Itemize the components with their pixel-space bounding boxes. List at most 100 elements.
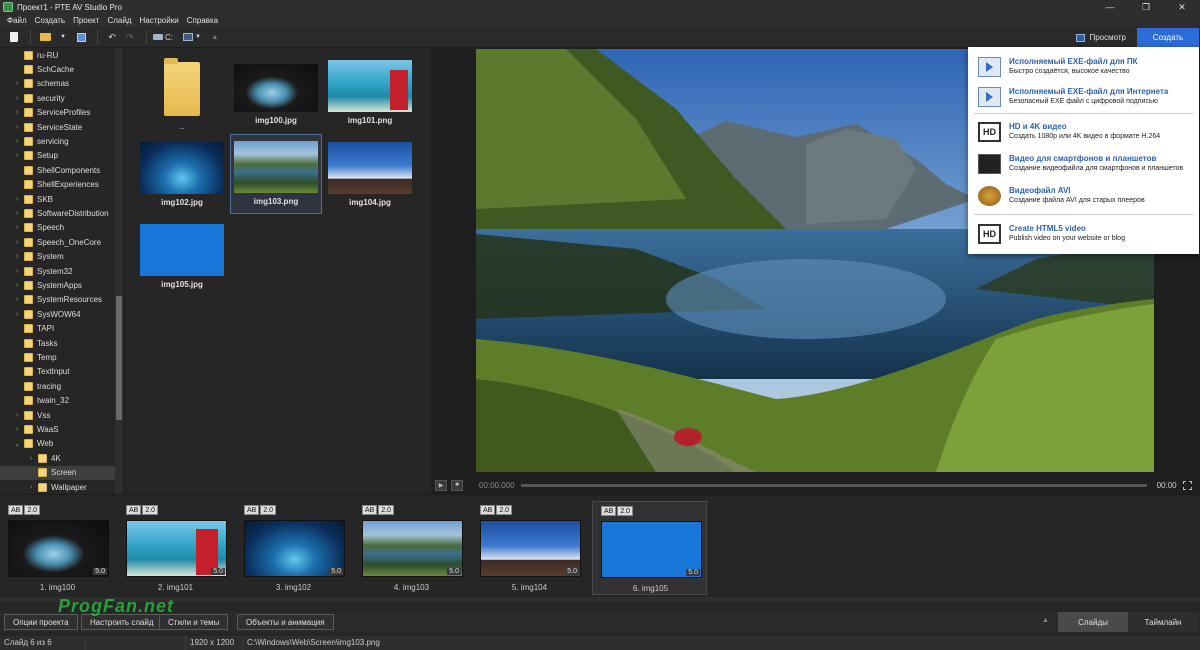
expand-arrow-icon[interactable]: › [26,455,36,462]
transition-time-badge[interactable]: 2.0 [378,505,395,515]
tree-item[interactable]: › Speech [0,221,115,235]
expanded-arrow-icon[interactable]: ⌄ [12,440,22,448]
expand-arrow-icon[interactable]: › [12,95,22,102]
slides-scrollbar[interactable] [0,597,1200,602]
transition-badge[interactable]: AB [480,505,496,515]
tree-item[interactable]: › security [0,91,115,105]
tree-item[interactable]: › SystemApps [0,278,115,292]
tree-item[interactable]: › 4K [0,451,115,465]
slide-6[interactable]: AB 2.0 5.0 6. img105 [592,501,707,595]
create-button[interactable]: Создать [1137,28,1199,47]
expand-arrow-icon[interactable]: › [12,224,22,231]
expand-arrow-icon[interactable]: › [12,196,22,203]
tree-item[interactable]: TAPI [0,322,115,336]
tree-item[interactable]: › Wallpaper [0,480,115,494]
create-mobile-video-item[interactable]: Видео для смартфонов и планшетов Создание… [968,150,1199,182]
maximize-button[interactable]: ❐ [1128,0,1164,14]
tab-slides[interactable]: Слайды [1058,612,1128,632]
menu-project[interactable]: Проект [69,14,103,27]
drive-selector[interactable]: C: [153,29,173,46]
tree-item[interactable]: › Setup [0,149,115,163]
tree-item[interactable]: › Vss [0,408,115,422]
tree-item[interactable]: › ServiceProfiles [0,106,115,120]
create-html5-item[interactable]: HD Create HTML5 video Publish video on yo… [968,220,1199,252]
fullscreen-icon[interactable] [1182,480,1192,490]
close-button[interactable]: ✕ [1164,0,1200,14]
expand-arrow-icon[interactable]: › [12,311,22,318]
slide-duration[interactable]: 5.0 [211,568,225,575]
expand-arrow-icon[interactable]: › [12,296,22,303]
tree-item[interactable]: › SysWOW64 [0,307,115,321]
menu-slide[interactable]: Слайд [103,14,135,27]
slide-duration[interactable]: 5.0 [93,568,107,575]
file-tile-img102[interactable]: img102.jpg [136,136,228,216]
tree-item[interactable]: SchCache [0,62,115,76]
tree-item[interactable]: ShellComponents [0,163,115,177]
objects-animation-button[interactable]: Объекты и анимация [237,614,334,630]
expand-arrow-icon[interactable]: › [12,152,22,159]
expand-arrow-icon[interactable]: › [12,210,22,217]
file-tile-img105[interactable]: img105.jpg [136,218,228,298]
file-tile-img104[interactable]: img104.jpg [324,136,416,216]
undo-button[interactable]: ↶ [104,29,120,46]
slide-duration[interactable]: 5.0 [686,569,700,576]
file-tile-parent[interactable]: .. [136,54,228,134]
folder-up-button[interactable]: ▲ [207,29,223,46]
minimize-button[interactable]: — [1092,0,1128,14]
scrollbar-thumb[interactable] [116,296,122,420]
tree-item[interactable]: twain_32 [0,394,115,408]
play-button[interactable]: ▶ [435,479,447,491]
tree-item[interactable]: › schemas [0,77,115,91]
slide-4[interactable]: AB 2.0 5.0 4. img103 [354,501,469,595]
file-tile-img101[interactable]: img101.png [324,54,416,134]
stop-button[interactable]: ■ [451,479,463,491]
tree-item[interactable]: › System [0,250,115,264]
tree-item[interactable]: ShellExperiences [0,178,115,192]
transition-badge[interactable]: AB [8,505,24,515]
slide-3[interactable]: AB 2.0 5.0 3. img102 [236,501,351,595]
tree-item[interactable]: › System32 [0,264,115,278]
redo-button[interactable]: ↷ [122,29,138,46]
expand-arrow-icon[interactable]: › [26,484,36,491]
transition-time-badge[interactable]: 2.0 [617,506,634,516]
tree-item[interactable]: Temp [0,350,115,364]
slide-2[interactable]: AB 2.0 5.0 2. img101 [118,501,233,595]
tree-item[interactable]: › SystemResources [0,293,115,307]
menu-file[interactable]: Файл [3,14,31,27]
expand-arrow-icon[interactable]: › [12,124,22,131]
tree-item[interactable]: ⌄ Web [0,437,115,451]
tree-item[interactable]: › ServiceState [0,120,115,134]
tree-item[interactable]: › WaaS [0,422,115,436]
tree-item[interactable]: tracing [0,379,115,393]
expand-arrow-icon[interactable]: › [12,80,22,87]
file-tile-img100[interactable]: img100.jpg [230,54,322,134]
tree-item[interactable]: TextInput [0,365,115,379]
expand-arrow-icon[interactable]: › [12,412,22,419]
transition-badge[interactable]: AB [126,505,142,515]
collapse-arrow-icon[interactable]: ▲ [1042,617,1049,624]
slide-duration[interactable]: 5.0 [447,568,461,575]
menu-help[interactable]: Справка [183,14,222,27]
expand-arrow-icon[interactable]: › [12,109,22,116]
create-hd-video-item[interactable]: HD HD и 4K видео Создать 1080p или 4K вид… [968,118,1199,150]
open-recent-dropdown[interactable]: ▼ [55,29,71,46]
slide-duration[interactable]: 5.0 [565,568,579,575]
new-project-button[interactable] [6,29,22,46]
tab-timeline[interactable]: Таймлайн [1128,612,1198,632]
transition-badge[interactable]: AB [244,505,260,515]
expand-arrow-icon[interactable]: › [12,268,22,275]
transition-badge[interactable]: AB [601,506,617,516]
playback-scrubber[interactable] [520,483,1147,487]
expand-arrow-icon[interactable]: › [12,426,22,433]
save-project-button[interactable] [73,29,89,46]
tree-item[interactable]: ru-RU [0,48,115,62]
file-tile-img103[interactable]: img103.png [230,134,322,214]
tree-item[interactable]: › Speech_OneCore [0,235,115,249]
tree-item[interactable]: Tasks [0,336,115,350]
create-avi-item[interactable]: Видеофайл AVI Создание файла AVI для стар… [968,182,1199,214]
transition-time-badge[interactable]: 2.0 [260,505,277,515]
transition-time-badge[interactable]: 2.0 [24,505,41,515]
tree-scrollbar[interactable] [115,48,123,494]
menu-settings[interactable]: Настройки [135,14,182,27]
menu-create[interactable]: Создать [31,14,69,27]
